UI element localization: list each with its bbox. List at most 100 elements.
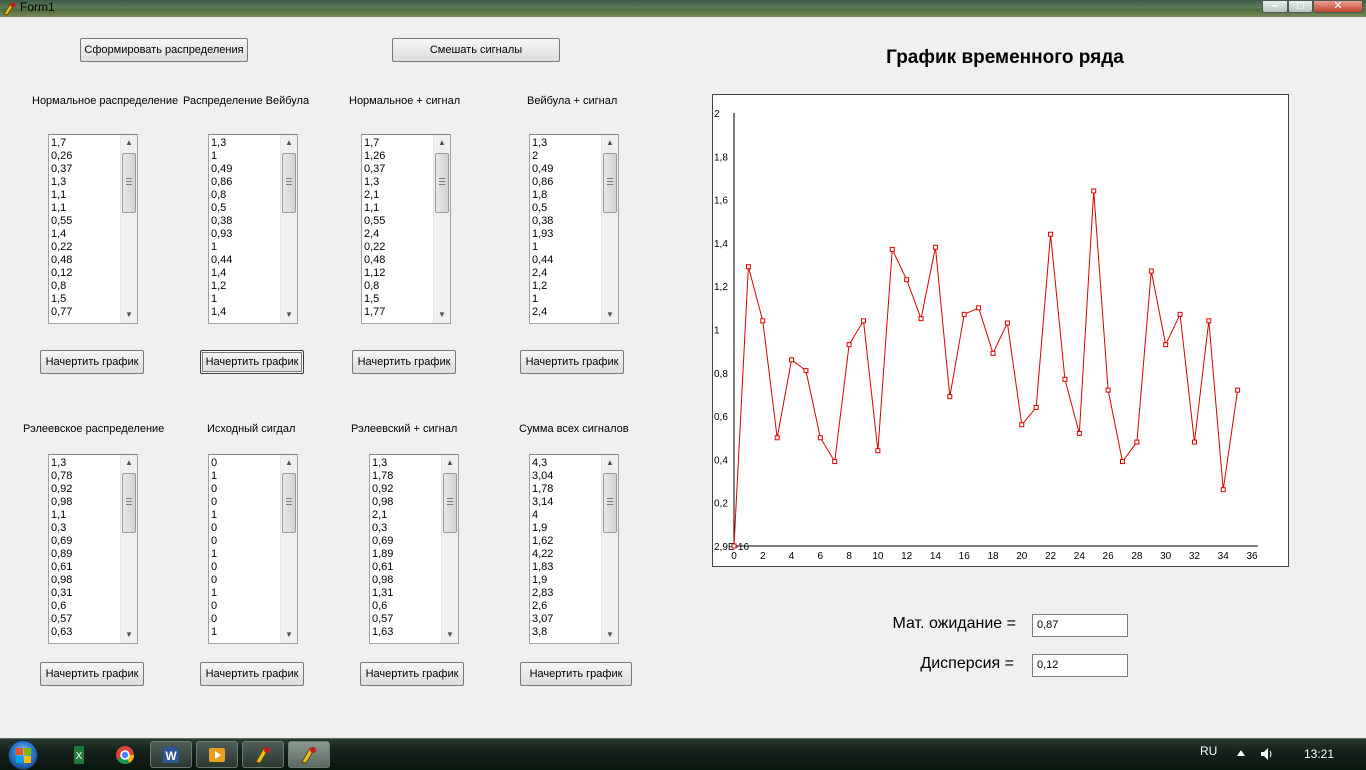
x-tick-label: 36 xyxy=(1246,551,1258,562)
scroll-down-icon[interactable]: ▼ xyxy=(602,627,618,643)
data-point xyxy=(1191,439,1197,445)
scroll-thumb[interactable] xyxy=(282,153,296,213)
vertical-scrollbar[interactable]: ▲ ▼ xyxy=(280,455,297,643)
x-tick-label: 6 xyxy=(818,551,824,562)
plot-normal-button[interactable]: Начертить график xyxy=(40,350,144,374)
delphi-icon xyxy=(301,746,316,764)
scroll-thumb[interactable] xyxy=(603,473,617,533)
taskbar-media-player[interactable] xyxy=(196,741,238,768)
volume-icon[interactable] xyxy=(1260,747,1274,761)
scroll-thumb[interactable] xyxy=(122,473,136,533)
data-point xyxy=(875,448,881,454)
vertical-scrollbar[interactable]: ▲ ▼ xyxy=(601,455,618,643)
plot-source-signal-button[interactable]: Начертить график xyxy=(200,662,304,686)
listbox-weibull-signal[interactable]: 1,3 2 0,49 0,86 1,8 0,5 0,38 1,93 1 0,44 2,4 1,2 1 2,… xyxy=(529,134,619,324)
taskbar-excel[interactable]: X xyxy=(58,741,100,768)
scroll-thumb[interactable] xyxy=(282,473,296,533)
minimize-button[interactable]: – xyxy=(1262,0,1288,13)
data-point xyxy=(976,305,982,311)
scroll-down-icon[interactable]: ▼ xyxy=(442,627,458,643)
data-point xyxy=(789,357,795,363)
vertical-scrollbar[interactable]: ▲ ▼ xyxy=(280,135,297,323)
variance-label: Дисперсия = xyxy=(920,655,1014,672)
series-line xyxy=(733,190,1239,547)
data-point xyxy=(1091,188,1097,194)
x-tick-label: 30 xyxy=(1160,551,1172,562)
y-tick-label: 1,8 xyxy=(714,152,728,163)
data-point xyxy=(889,246,895,252)
listbox-normal-signal[interactable]: 1,7 1,26 0,37 1,3 2,1 1,1 0,55 2,4 0,22 0,48 1,12 0… xyxy=(361,134,451,324)
taskbar-delphi-1[interactable] xyxy=(242,741,284,768)
language-indicator[interactable]: RU xyxy=(1200,744,1217,758)
scroll-down-icon[interactable]: ▼ xyxy=(121,627,137,643)
generate-distributions-button[interactable]: Сформировать распределения xyxy=(80,38,248,62)
data-point xyxy=(760,318,766,324)
data-point xyxy=(745,264,751,270)
x-tick-label: 10 xyxy=(872,551,884,562)
scroll-thumb[interactable] xyxy=(122,153,136,213)
scroll-down-icon[interactable]: ▼ xyxy=(281,627,297,643)
data-point xyxy=(1163,342,1169,348)
listbox-sum-signals[interactable]: 4,3 3,04 1,78 3,14 4 1,9 1,62 4,22 1,83 1,9 2,83 2,… xyxy=(529,454,619,644)
scroll-up-icon[interactable]: ▲ xyxy=(121,135,137,151)
listbox-rayleigh[interactable]: 1,3 0,78 0,92 0,98 1,1 0,3 0,69 0,89 0,61 0,98 0,3… xyxy=(48,454,138,644)
mix-signals-button[interactable]: Смешать сигналы xyxy=(392,38,560,62)
scroll-thumb[interactable] xyxy=(443,473,457,533)
data-point xyxy=(1033,404,1039,410)
scroll-up-icon[interactable]: ▲ xyxy=(602,455,618,471)
listbox-rayleigh-signal[interactable]: 1,3 1,78 0,92 0,98 2,1 0,3 0,69 1,89 0,61 0,98 1,3… xyxy=(369,454,459,644)
variance-field[interactable]: 0,12 xyxy=(1032,654,1128,677)
system-tray: RU 13:21 xyxy=(1186,739,1366,769)
show-hidden-icons-icon[interactable] xyxy=(1237,750,1245,756)
mean-field[interactable]: 0,87 xyxy=(1032,614,1128,637)
vertical-scrollbar[interactable]: ▲ ▼ xyxy=(120,455,137,643)
vertical-scrollbar[interactable]: ▲ ▼ xyxy=(120,135,137,323)
y-tick-label: 0,6 xyxy=(714,412,728,423)
taskbar-word[interactable]: W xyxy=(150,741,192,768)
data-point xyxy=(1004,320,1010,326)
scroll-up-icon[interactable]: ▲ xyxy=(434,135,450,151)
taskbar-delphi-2[interactable] xyxy=(288,741,330,768)
plot-normal-signal-button[interactable]: Начертить график xyxy=(352,350,456,374)
scroll-thumb[interactable] xyxy=(435,153,449,213)
media-player-icon xyxy=(209,747,225,762)
vertical-scrollbar[interactable]: ▲ ▼ xyxy=(441,455,458,643)
listbox-weibull[interactable]: 1,3 1 0,49 0,86 0,8 0,5 0,38 0,93 1 0,44 1,4 1,2 1 1,… xyxy=(208,134,298,324)
maximize-button[interactable]: □ xyxy=(1288,0,1313,13)
plot-rayleigh-signal-button[interactable]: Начертить график xyxy=(360,662,464,686)
scroll-up-icon[interactable]: ▲ xyxy=(442,455,458,471)
scroll-down-icon[interactable]: ▼ xyxy=(434,307,450,323)
plot-sum-signals-button[interactable]: Начертить график xyxy=(520,662,632,686)
chart-plot: 2,9E-160,20,40,60,811,21,41,61,820246810… xyxy=(714,109,1258,562)
clock[interactable]: 13:21 xyxy=(1304,747,1334,761)
vertical-scrollbar[interactable]: ▲ ▼ xyxy=(433,135,450,323)
scroll-up-icon[interactable]: ▲ xyxy=(281,135,297,151)
scroll-up-icon[interactable]: ▲ xyxy=(602,135,618,151)
scroll-thumb[interactable] xyxy=(603,153,617,213)
data-point xyxy=(1019,422,1025,428)
x-tick-label: 0 xyxy=(731,551,737,562)
listbox-normal[interactable]: 1,7 0,26 0,37 1,3 1,1 1,1 0,55 1,4 0,22 0,48 0,12 0… xyxy=(48,134,138,324)
y-tick-label: 1,2 xyxy=(714,282,728,293)
chrome-icon xyxy=(116,745,134,764)
scroll-down-icon[interactable]: ▼ xyxy=(281,307,297,323)
x-tick-label: 4 xyxy=(789,551,795,562)
data-point xyxy=(947,394,953,400)
plot-rayleigh-button[interactable]: Начертить график xyxy=(40,662,144,686)
plot-weibull-button[interactable]: Начертить график xyxy=(200,350,304,374)
close-button[interactable]: ✕ xyxy=(1313,0,1363,13)
taskbar-chrome[interactable] xyxy=(104,741,146,768)
scroll-down-icon[interactable]: ▼ xyxy=(121,307,137,323)
scroll-up-icon[interactable]: ▲ xyxy=(281,455,297,471)
x-tick-label: 28 xyxy=(1131,551,1143,562)
data-point xyxy=(1134,439,1140,445)
scroll-down-icon[interactable]: ▼ xyxy=(602,307,618,323)
start-button[interactable] xyxy=(8,740,38,770)
vertical-scrollbar[interactable]: ▲ ▼ xyxy=(601,135,618,323)
plot-weibull-signal-button[interactable]: Начертить график xyxy=(520,350,624,374)
y-tick-label: 0,2 xyxy=(714,499,728,510)
listbox-source-signal[interactable]: 0 1 0 0 1 0 0 1 0 0 1 0 0 1 ▲ ▼ xyxy=(208,454,298,644)
word-icon: W xyxy=(163,746,179,763)
time-series-chart: 2,9E-160,20,40,60,811,21,41,61,820246810… xyxy=(712,94,1289,567)
scroll-up-icon[interactable]: ▲ xyxy=(121,455,137,471)
